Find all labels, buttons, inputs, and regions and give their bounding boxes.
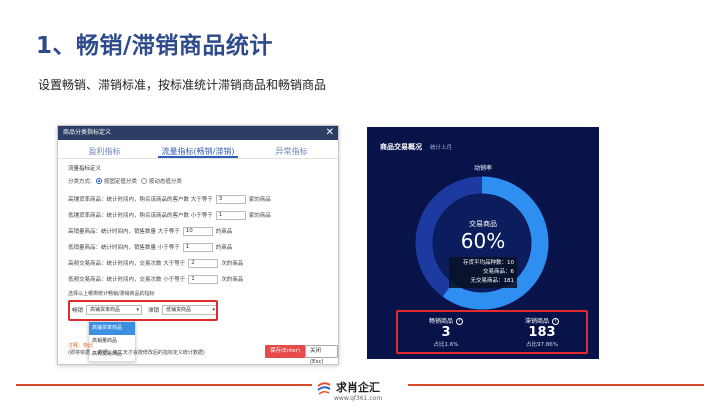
stat-label: 存货平均品种数 — [462, 260, 502, 266]
brand-logo-icon — [317, 382, 331, 395]
stat-value: 10 — [507, 260, 514, 266]
rule-text: 低铺货率商品：统计时间内，购买该商品的客户数 小于等于 — [68, 213, 213, 219]
dialog-notes: 注释：特此 (即将依据 ... 数据，第二天才会按修改后的指标定义统计数据) — [68, 342, 268, 356]
rule-row: 高销量商品：统计时间内，销售数量 大于等于 10 的商品 — [68, 223, 338, 239]
stat-row: 交易商品：6 — [482, 269, 515, 275]
stat-value: 181 — [503, 278, 515, 284]
rule-text: 低频交易商品：统计时间内，交易次数 小于等于 — [68, 277, 186, 283]
help-icon[interactable]: ? — [456, 318, 463, 325]
stats-tooltip: 存货平均品种数：10 交易商品：6 无交易商品：181 — [449, 257, 517, 288]
trade-dashboard: 商品交易概况 统计上月 动销率 交易商品 60% 存货平均品种数：10 交易商品… — [367, 127, 599, 359]
classify-row: 分类方式: 按固定值分类 按动态值分类 — [68, 175, 338, 187]
rule-input[interactable]: 1 — [182, 242, 213, 252]
dialog-title: 商品分类指标定义 — [63, 129, 112, 136]
brand-url[interactable]: www.qf361.com — [334, 395, 382, 402]
rule-row: 低铺货率商品：统计时间内，购买该商品的客户数 小于等于 1 家的商品 — [68, 207, 338, 223]
rule-suffix: 家的商品 — [248, 213, 271, 219]
rule-input[interactable]: 1 — [188, 274, 219, 284]
rule-suffix: 次的商品 — [221, 277, 244, 283]
rate-label: 动销率 — [473, 165, 492, 172]
stat-label: 无交易商品 — [470, 278, 498, 284]
dropdown-option[interactable]: 高铺货率商品 — [89, 322, 135, 335]
kpi-share: 占比97.86% — [526, 342, 558, 348]
rule-suffix: 次的商品 — [221, 261, 244, 267]
rule-row: 高铺货率商品：统计时间内，购买该商品的客户数 大于等于 3 家的商品 — [68, 191, 338, 207]
stat-label: 交易商品 — [482, 269, 505, 275]
indicator-dialog: 商品分类指标定义 ✕ 盈利指标 流量指标(畅销/滞销) 异常指标 流量指标定义 … — [57, 125, 339, 365]
radio-fixed[interactable] — [95, 178, 102, 184]
tab-profit[interactable]: 盈利指标 — [85, 145, 125, 158]
notes-warn: 注释：特此 — [68, 343, 94, 349]
rule-suffix: 家的商品 — [248, 197, 271, 203]
radio-dynamic-label: 按动态值分类 — [148, 179, 182, 185]
rule-text: 低销量商品：统计时间内，销售数量 小于等于 — [68, 245, 180, 251]
kpi-value: 3 — [441, 325, 451, 340]
rule-text: 高铺货率商品：统计时间内，购买该商品的客户数 大于等于 — [68, 197, 213, 203]
help-icon[interactable]: ? — [552, 318, 559, 325]
kpi-highlight: 畅销商品? 3 占比1.6% 滞销商品? 183 占比97.86% — [396, 310, 588, 354]
donut-value: 60% — [460, 229, 506, 253]
dashboard-period[interactable]: 统计上月 — [430, 143, 452, 151]
rule-text: 高销量商品：统计时间内，销售数量 大于等于 — [68, 229, 180, 235]
select-tip: 选择以上哪类统计畅销/滞销商品的指标 — [68, 291, 155, 297]
kpi-best: 畅销商品? 3 占比1.6% — [398, 312, 494, 348]
rule-input[interactable]: 10 — [182, 226, 213, 236]
rule-input[interactable]: 2 — [188, 258, 219, 268]
kpi-value: 183 — [528, 325, 556, 340]
dialog-header: 商品分类指标定义 ✕ — [58, 126, 338, 140]
kpi-label: 滞销商品? — [494, 316, 590, 325]
donut-label: 交易商品 — [469, 220, 497, 228]
dialog-tabs: 盈利指标 流量指标(畅销/滞销) 异常指标 — [58, 145, 338, 159]
stat-row: 无交易商品：181 — [470, 278, 515, 284]
kpi-label-text: 滞销商品 — [524, 318, 549, 325]
kpi-share: 占比1.6% — [433, 342, 459, 348]
close-button[interactable]: 关闭(Esc) — [305, 345, 338, 364]
rule-suffix: 的商品 — [215, 245, 233, 251]
slide-subtitle: 设置畅销、滞销标准，按标准统计滞销商品和畅销商品 — [38, 78, 327, 92]
rule-row: 低频交易商品：统计时间内，交易次数 小于等于 1 次的商品 — [68, 271, 338, 287]
rule-text: 高频交易商品：统计时间内，交易次数 大于等于 — [68, 261, 186, 267]
highlight-box — [68, 300, 218, 321]
rule-input[interactable]: 3 — [215, 194, 246, 204]
tab-abnormal[interactable]: 异常指标 — [271, 145, 311, 158]
rule-suffix: 的商品 — [215, 229, 233, 235]
save-button[interactable]: 保存(Enter) — [265, 345, 306, 358]
kpi-slow: 滞销商品? 183 占比97.86% — [494, 312, 590, 348]
rule-input[interactable]: 1 — [215, 210, 246, 220]
slide-title: 1、畅销/滞销商品统计 — [36, 33, 273, 59]
kpi-label: 畅销商品? — [398, 316, 494, 325]
notes-text: (即将依据 ... 数据，第二天才会按修改后的指标定义统计数据) — [68, 350, 205, 356]
stat-row: 存货平均品种数：10 — [462, 260, 514, 266]
slide: 1、畅销/滞销商品统计 设置畅销、滞销标准，按标准统计滞销商品和畅销商品 商品分… — [0, 0, 720, 408]
rule-row: 低销量商品：统计时间内，销售数量 小于等于 1 的商品 — [68, 239, 338, 255]
kpi-label-text: 畅销商品 — [428, 318, 453, 325]
radio-dynamic[interactable] — [140, 178, 147, 184]
tab-traffic[interactable]: 流量指标(畅销/滞销) — [157, 145, 239, 158]
brand-name: 求肖企汇 — [336, 381, 380, 394]
close-icon[interactable]: ✕ — [326, 126, 334, 140]
rule-row: 高频交易商品：统计时间内，交易次数 大于等于 2 次的商品 — [68, 255, 338, 271]
radio-fixed-label: 按固定值分类 — [103, 179, 137, 185]
dashboard-title: 商品交易概况 — [380, 143, 422, 151]
section-label: 流量指标定义 — [68, 166, 102, 172]
classify-label: 分类方式: — [68, 179, 92, 185]
stat-value: 6 — [510, 269, 515, 275]
